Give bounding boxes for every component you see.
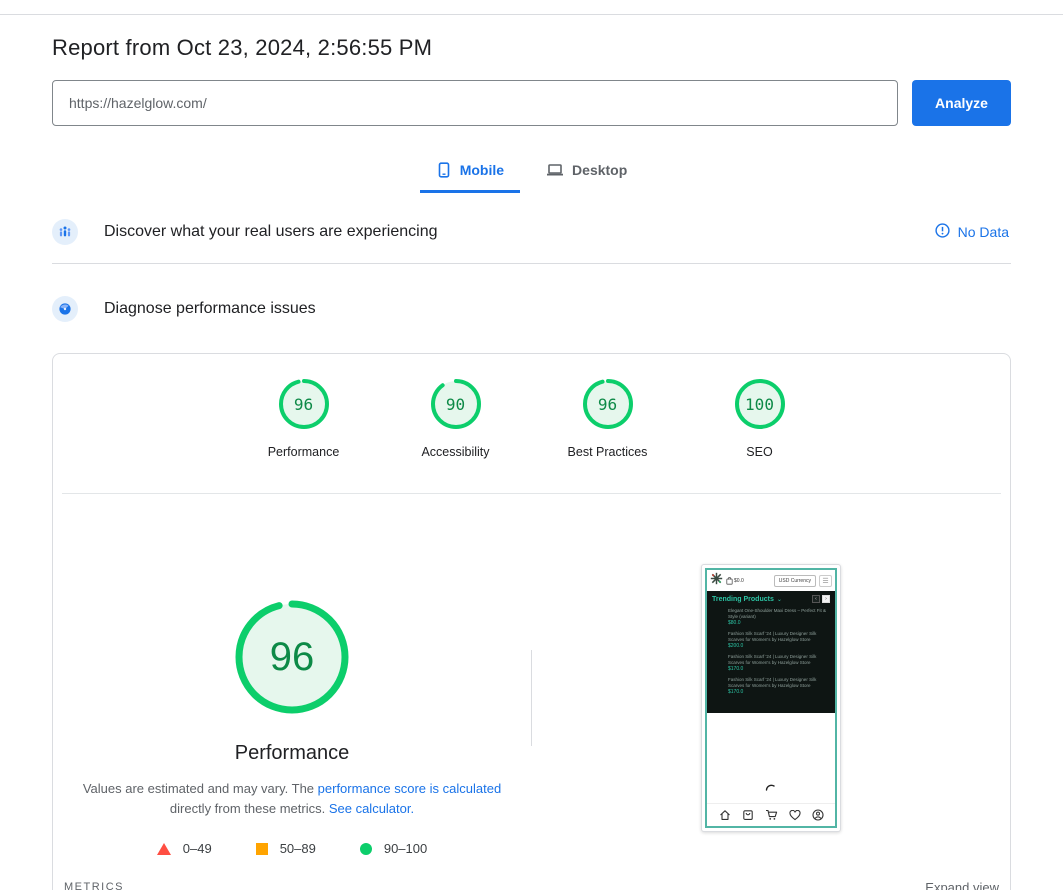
carousel-next-icon: › bbox=[822, 595, 830, 603]
metrics-heading: METRICS bbox=[64, 881, 124, 890]
fail-triangle-icon bbox=[156, 842, 171, 855]
currency-selector: USD Currency bbox=[773, 574, 816, 587]
device-tabs: Mobile Desktop bbox=[52, 152, 1011, 193]
report-card: 96 Performance 90 Accessibility 96 Best … bbox=[52, 353, 1011, 890]
report-title: Report from Oct 23, 2024, 2:56:55 PM bbox=[52, 35, 433, 60]
see-calculator-link[interactable]: See calculator. bbox=[329, 801, 414, 816]
score-calc-link[interactable]: performance score is calculated bbox=[318, 781, 502, 796]
trending-products-panel: Trending Products ⌄ ‹ › Elegant One-Shou… bbox=[707, 591, 835, 713]
account-icon bbox=[811, 809, 824, 821]
category-label: Best Practices bbox=[567, 445, 648, 459]
legend-pass: 90–100 bbox=[359, 841, 427, 856]
lab-data-section-title: Diagnose performance issues bbox=[104, 300, 316, 317]
trending-caret-icon: ⌄ bbox=[776, 596, 782, 603]
legend-fail: 0–49 bbox=[156, 841, 212, 856]
carousel-prev-icon: ‹ bbox=[812, 595, 820, 603]
performance-summary-column: 96 Performance Values are estimated and … bbox=[53, 494, 531, 856]
best-practices-gauge: 96 bbox=[581, 377, 635, 431]
score-legend: 0–49 50–89 90–100 bbox=[156, 841, 427, 856]
no-data-link[interactable]: No Data bbox=[935, 223, 1011, 241]
expand-view-button[interactable]: Expand view bbox=[925, 880, 999, 890]
category-seo[interactable]: 100 SEO bbox=[717, 377, 803, 459]
category-performance[interactable]: 96 Performance bbox=[261, 377, 347, 459]
no-data-label: No Data bbox=[957, 224, 1009, 240]
section-divider bbox=[52, 263, 1011, 264]
final-screenshot-thumbnail[interactable]: $0.0 USD Currency ☰ Trending Products ⌄ … bbox=[701, 564, 841, 832]
url-input[interactable] bbox=[52, 80, 898, 126]
site-logo-icon bbox=[710, 572, 723, 590]
category-label: SEO bbox=[746, 445, 773, 459]
category-label: Performance bbox=[267, 445, 340, 459]
product-item: Elegant One-Shoulder Maxi Dress – Perfec… bbox=[728, 608, 827, 626]
category-label: Accessibility bbox=[421, 445, 490, 459]
category-accessibility[interactable]: 90 Accessibility bbox=[413, 377, 499, 459]
score-disclaimer: Values are estimated and may vary. The p… bbox=[82, 781, 502, 816]
real-users-icon bbox=[52, 219, 78, 245]
field-data-section-title: Discover what your real users are experi… bbox=[104, 223, 438, 240]
product-item: Fashion Silk Scarf '24 | Luxury Designer… bbox=[728, 654, 817, 672]
category-best-practices[interactable]: 96 Best Practices bbox=[565, 377, 651, 459]
tab-desktop-label: Desktop bbox=[572, 162, 628, 178]
tab-desktop[interactable]: Desktop bbox=[530, 152, 643, 193]
diagnose-gauge-icon bbox=[52, 296, 78, 322]
lab-data-section-header: Diagnose performance issues bbox=[52, 286, 1011, 332]
seo-gauge: 100 bbox=[733, 377, 787, 431]
thumbnail-cart: $0.0 bbox=[726, 576, 744, 585]
performance-big-gauge: 96 bbox=[231, 596, 353, 718]
product-item: Fashion Silk Scarf '24 | Luxury Designer… bbox=[728, 631, 817, 649]
wishlist-heart-icon bbox=[788, 809, 801, 821]
category-scores: 96 Performance 90 Accessibility 96 Best … bbox=[53, 377, 1010, 459]
analyze-button[interactable]: Analyze bbox=[912, 80, 1011, 126]
performance-score-value: 96 bbox=[269, 634, 315, 679]
mobile-phone-icon bbox=[436, 162, 452, 178]
cart-icon bbox=[765, 809, 778, 821]
performance-gauge: 96 bbox=[277, 377, 331, 431]
tab-mobile-label: Mobile bbox=[459, 162, 505, 178]
metrics-column-left: METRICS First Contentful Paint bbox=[62, 878, 517, 890]
metrics-column-right: Expand view Largest Contentful Paint bbox=[547, 878, 1002, 890]
legend-average: 50–89 bbox=[255, 841, 316, 856]
product-item: Fashion Silk Scarf '24 | Luxury Designer… bbox=[728, 677, 817, 695]
home-icon bbox=[719, 809, 731, 821]
page-top-divider bbox=[0, 14, 1063, 15]
accessibility-gauge: 90 bbox=[429, 377, 483, 431]
pass-circle-icon bbox=[359, 842, 372, 855]
performance-panel-title: Performance bbox=[234, 742, 350, 764]
field-data-section-header: Discover what your real users are experi… bbox=[52, 209, 1011, 255]
shop-bag-icon bbox=[742, 809, 754, 821]
screenshot-column: $0.0 USD Currency ☰ Trending Products ⌄ … bbox=[532, 494, 1010, 856]
trending-title: Trending Products bbox=[712, 595, 774, 603]
info-icon bbox=[935, 223, 950, 241]
average-square-icon bbox=[255, 842, 268, 855]
thumbnail-bottom-nav bbox=[707, 803, 835, 826]
tab-mobile[interactable]: Mobile bbox=[419, 152, 521, 193]
thumbnail-content-area bbox=[707, 713, 835, 803]
url-bar: Analyze bbox=[52, 80, 1011, 126]
thumbnail-menu-icon: ☰ bbox=[819, 574, 832, 587]
desktop-laptop-icon bbox=[546, 162, 564, 178]
thumbnail-site-header: $0.0 USD Currency ☰ bbox=[707, 570, 835, 591]
loading-spinner-icon bbox=[765, 779, 777, 797]
